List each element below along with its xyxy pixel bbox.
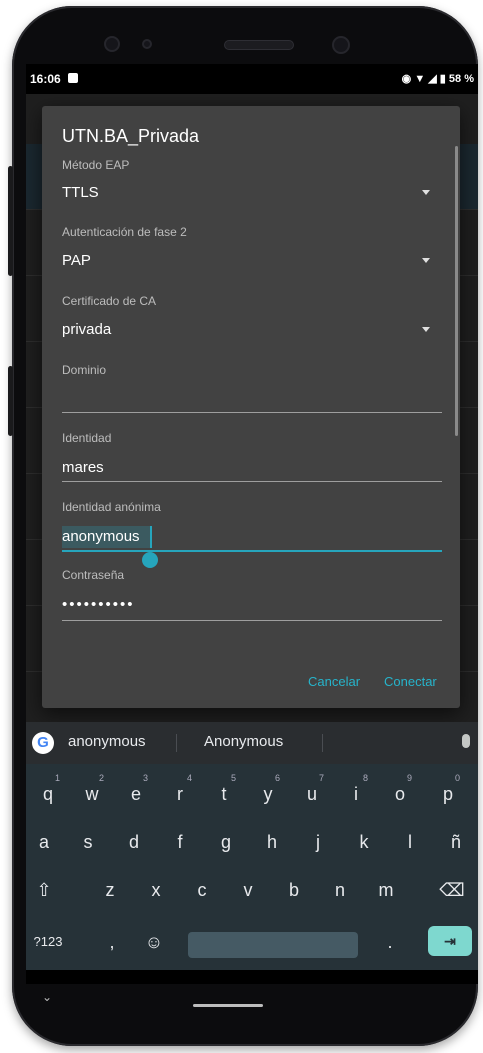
domain-field[interactable] [62,388,442,408]
eap-method-label: Método EAP [62,158,130,172]
key-r[interactable]: r4 [162,773,198,814]
key-n[interactable]: n [322,870,358,910]
key-k[interactable]: k [346,822,382,862]
phase2-auth-label: Autenticación de fase 2 [62,225,187,239]
key-u[interactable]: u7 [294,773,330,814]
key-e[interactable]: e3 [118,773,154,814]
identity-label: Identidad [62,431,112,445]
anonymous-identity-underline [62,550,442,552]
cancel-button[interactable]: Cancelar [308,674,360,689]
screen: 16:06 ◉ ▼ ◢ ▮ 58 % UTN.BA_Privada Método… [26,64,478,984]
domain-underline [62,412,442,413]
nav-bar [26,970,478,984]
chevron-down-icon[interactable] [422,327,430,332]
key-l[interactable]: l [392,822,428,862]
text-cursor [150,526,152,548]
front-camera-icon [104,36,120,52]
battery-percent: 58 % [448,73,474,85]
key-b[interactable]: b [276,870,312,910]
key-d[interactable]: d [116,822,152,862]
anonymous-identity-field[interactable]: anonymous [62,528,140,545]
enter-key[interactable]: ⇥ [428,926,472,956]
key-w[interactable]: w2 [74,773,110,814]
password-underline [62,620,442,621]
wifi-icon: ▼ [414,73,426,85]
key-s[interactable]: s [70,822,106,862]
anonymous-identity-label: Identidad anónima [62,500,161,514]
sensor-icon [142,39,152,49]
identity-field[interactable]: mares [62,459,104,476]
nav-home-pill[interactable] [193,1004,263,1007]
google-icon[interactable]: G [32,732,54,754]
domain-label: Dominio [62,363,107,377]
key-a[interactable]: a [26,822,62,862]
key-j[interactable]: j [300,822,336,862]
backspace-icon[interactable]: ⌫ [434,870,470,910]
key-q[interactable]: q1 [30,773,66,814]
volume-button [8,366,13,436]
suggestion-1[interactable]: anonymous [68,733,146,750]
status-time: 16:06 [30,72,61,86]
key-n-tilde[interactable]: ñ [438,822,474,862]
connect-button[interactable]: Conectar [384,674,437,689]
key-p[interactable]: p0 [430,773,466,814]
suggestion-divider [176,734,177,752]
key-f[interactable]: f [162,822,198,862]
mic-icon[interactable] [462,734,470,748]
comma-key[interactable]: , [94,922,130,962]
password-field[interactable]: •••••••••• [62,596,135,613]
key-z[interactable]: z [92,870,128,910]
key-c[interactable]: c [184,870,220,910]
password-label: Contraseña [62,568,125,582]
power-button [8,166,13,276]
period-key[interactable]: . [372,922,408,962]
chevron-down-icon[interactable] [422,190,430,195]
wifi-config-dialog: UTN.BA_Privada Método EAP TTLS Autentica… [42,106,460,708]
key-y[interactable]: y6 [250,773,286,814]
eap-method-select[interactable]: TTLS [62,184,99,201]
phase2-auth-select[interactable]: PAP [62,252,91,269]
iris-camera-icon [332,36,350,54]
key-o[interactable]: o9 [382,773,418,814]
cursor-handle[interactable] [142,552,158,568]
suggestion-bar: G anonymous Anonymous [26,722,478,764]
key-m[interactable]: m [368,870,404,910]
status-right: ◉ ▼ ◢ ▮ 58 % [402,72,474,85]
emoji-icon[interactable]: ☺ [136,922,172,962]
suggestion-2[interactable]: Anonymous [204,733,283,750]
notification-icon [68,73,78,83]
signal-icon: ◢ [428,73,437,85]
key-x[interactable]: x [138,870,174,910]
keyboard: q1 w2 e3 r4 t5 y6 u7 i8 o9 p0 a s d f g … [26,764,478,970]
chevron-down-icon[interactable] [422,258,430,263]
earpiece-speaker [224,40,294,50]
symbols-key[interactable]: ?123 [30,922,66,962]
battery-icon: ▮ [439,73,446,85]
dialog-scrollbar[interactable] [455,146,458,436]
key-i[interactable]: i8 [338,773,374,814]
space-bar[interactable] [188,932,358,958]
ca-cert-label: Certificado de CA [62,294,157,308]
suggestion-divider [322,734,323,752]
status-bar: 16:06 ◉ ▼ ◢ ▮ 58 % [26,64,478,94]
eye-icon: ◉ [401,73,412,85]
nav-back-icon[interactable]: ⌄ [42,990,52,1004]
dialog-title: UTN.BA_Privada [62,126,200,146]
key-v[interactable]: v [230,870,266,910]
shift-icon[interactable]: ⇧ [26,870,62,910]
key-g[interactable]: g [208,822,244,862]
identity-underline [62,481,442,482]
key-h[interactable]: h [254,822,290,862]
key-t[interactable]: t5 [206,773,242,814]
ca-cert-select[interactable]: privada [62,321,111,338]
